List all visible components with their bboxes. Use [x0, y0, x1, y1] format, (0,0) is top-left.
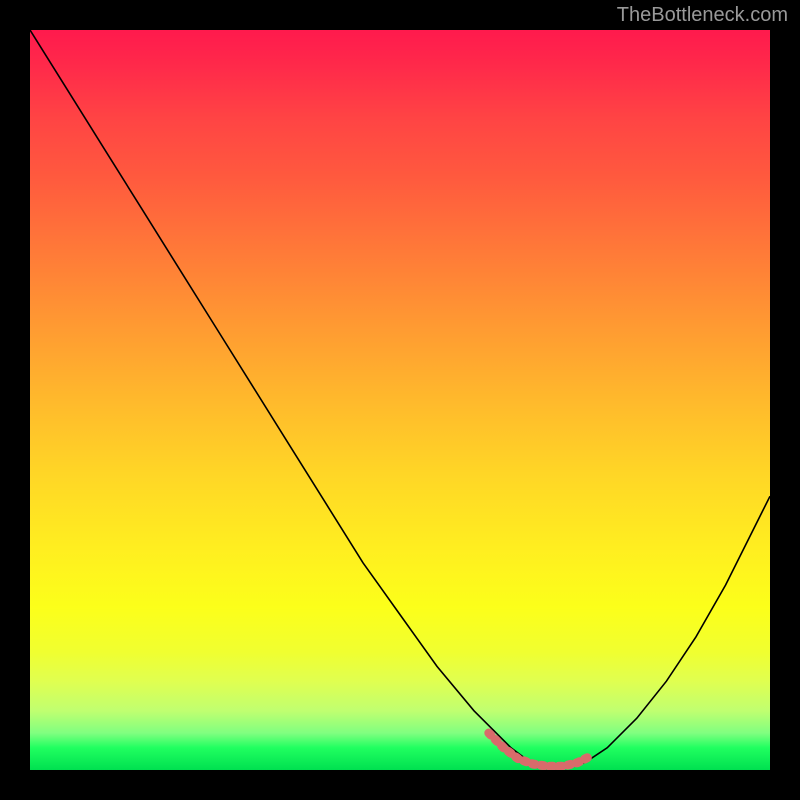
chart-curve-highlight [489, 733, 593, 766]
chart-curve-main [30, 30, 770, 766]
chart-plot-area [30, 30, 770, 770]
chart-svg [30, 30, 770, 770]
watermark-text: TheBottleneck.com [617, 4, 788, 27]
